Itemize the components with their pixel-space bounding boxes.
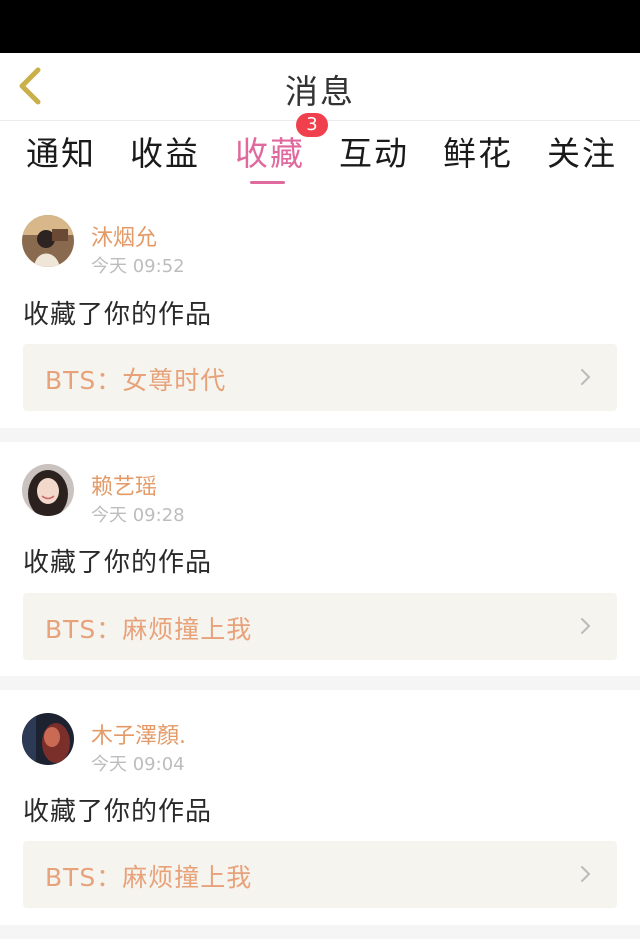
action-text: 收藏了你的作品: [23, 548, 213, 578]
divider: [0, 676, 640, 690]
divider: [0, 925, 640, 939]
work-link[interactable]: BTS：麻烦撞上我: [23, 593, 617, 660]
work-title: BTS：女尊时代: [45, 366, 227, 395]
divider: [0, 428, 640, 442]
action-text: 收藏了你的作品: [23, 797, 213, 827]
timestamp: 今天 09:52: [91, 256, 185, 277]
username[interactable]: 赖艺瑶: [91, 469, 157, 501]
active-tab-indicator: [250, 181, 285, 184]
work-title: BTS：麻烦撞上我: [45, 615, 253, 644]
tab-favorites[interactable]: 收藏: [235, 135, 305, 173]
action-text: 收藏了你的作品: [23, 300, 213, 330]
username[interactable]: 沐烟允: [91, 220, 157, 252]
chevron-right-icon: [581, 618, 590, 634]
chevron-right-icon: [581, 866, 590, 882]
avatar-image: [22, 215, 74, 267]
chevron-right-icon: [581, 369, 590, 385]
tab-earnings[interactable]: 收益: [130, 135, 200, 173]
tab-flowers[interactable]: 鲜花: [443, 135, 513, 173]
message-item: 木子澤顏. 今天 09:04 收藏了你的作品 BTS：麻烦撞上我: [0, 690, 640, 925]
avatar-image: [22, 464, 74, 516]
message-item: 赖艺瑶 今天 09:28 收藏了你的作品 BTS：麻烦撞上我: [0, 442, 640, 676]
work-link[interactable]: BTS：女尊时代: [23, 344, 617, 411]
nav-bar: 消息: [0, 53, 640, 121]
avatar[interactable]: [22, 464, 74, 516]
username[interactable]: 木子澤顏.: [91, 718, 186, 750]
tab-bar: 通知 收益 收藏 3 互动 鲜花 关注: [0, 113, 640, 191]
work-title: BTS：麻烦撞上我: [45, 863, 253, 892]
avatar[interactable]: [22, 215, 74, 267]
avatar-image: [22, 713, 74, 765]
tab-follows[interactable]: 关注: [547, 135, 617, 173]
timestamp: 今天 09:28: [91, 505, 185, 526]
timestamp: 今天 09:04: [91, 754, 185, 775]
tab-notifications[interactable]: 通知: [26, 135, 96, 173]
avatar[interactable]: [22, 713, 74, 765]
tab-interactions[interactable]: 互动: [339, 135, 409, 173]
page-title: 消息: [285, 72, 355, 111]
work-link[interactable]: BTS：麻烦撞上我: [23, 841, 617, 908]
status-bar: [0, 0, 640, 53]
message-item: 沐烟允 今天 09:52 收藏了你的作品 BTS：女尊时代: [0, 192, 640, 428]
favorites-badge: 3: [296, 113, 328, 137]
